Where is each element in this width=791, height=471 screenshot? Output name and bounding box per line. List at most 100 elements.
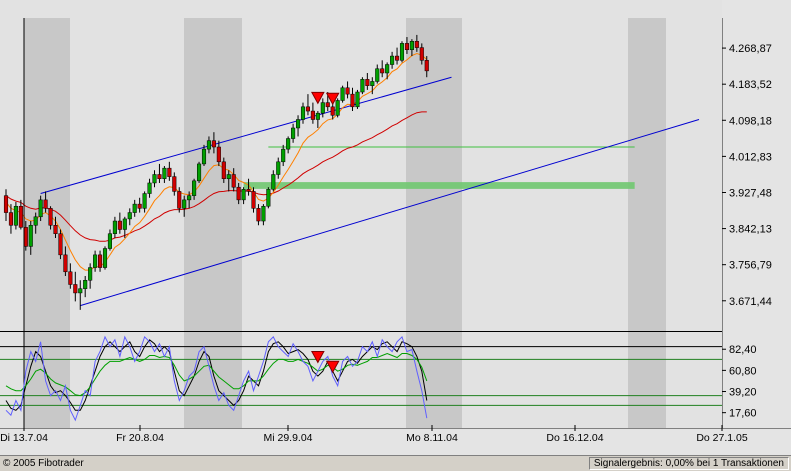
candle-body	[201, 148, 207, 165]
candle-body	[88, 267, 93, 281]
chart-window: 4.268,87 4.183,52 4.098,18 4.012,83 3.927,48…	[0, 0, 791, 471]
osc-y-tick-label: 60,80	[729, 365, 757, 377]
candle-body	[236, 186, 241, 201]
candle-body	[83, 279, 88, 289]
candle-body	[330, 106, 335, 116]
candle-body	[395, 55, 400, 61]
candle-body	[127, 212, 132, 220]
candle-body	[122, 218, 127, 230]
candle-body	[3, 195, 9, 213]
status-bar: © 2005 Fibotrader Signalergebnis: 0,00% …	[0, 455, 791, 471]
candle-body	[112, 220, 117, 234]
candle-body	[63, 254, 68, 273]
candle-body	[424, 60, 429, 72]
time-band-1	[184, 18, 242, 428]
candle-body	[192, 180, 197, 196]
candle-body	[73, 284, 78, 294]
x-tick-label: Fr 20.8.04	[116, 432, 164, 444]
candle-body	[187, 195, 192, 201]
osc-y-tick-label: 39,20	[729, 387, 757, 399]
candle-body	[177, 191, 182, 209]
candle-body	[23, 227, 28, 247]
chart-canvas[interactable]: 4.268,87 4.183,52 4.098,18 4.012,83 3.927,48…	[0, 0, 791, 455]
x-tick-label: Do 27.1.05	[696, 432, 748, 444]
candle-body	[414, 41, 419, 48]
candle-body	[182, 199, 187, 209]
x-tick-label: Mi 29.9.04	[263, 432, 312, 444]
x-tick-label: Mo 8.11.04	[406, 432, 458, 444]
candle-body	[325, 102, 330, 108]
candle-body	[241, 189, 246, 201]
candle-body	[350, 93, 355, 108]
osc-y-tick-label: 17,60	[729, 408, 757, 420]
candle-body	[251, 191, 256, 209]
candle-body	[132, 203, 137, 213]
candle-body	[266, 189, 271, 207]
candle-body	[335, 100, 340, 116]
candle-body	[261, 205, 266, 222]
candle-body	[107, 233, 113, 249]
green-zone	[243, 182, 635, 189]
candle-body	[231, 174, 236, 188]
candle-body	[53, 225, 58, 234]
candle-body	[58, 233, 63, 256]
x-tick-label: Do 16.12.04	[546, 432, 603, 444]
copyright-label: © 2005 Fibotrader	[3, 458, 84, 469]
candle-body	[13, 205, 18, 226]
candle-body	[246, 189, 251, 192]
candle-body	[68, 271, 73, 285]
candle-body	[296, 119, 301, 129]
candle-body	[305, 106, 310, 112]
candle-body	[320, 102, 325, 114]
price-y-tick-label: 4.098,18	[729, 115, 772, 127]
osc-y-tick-label: 82,40	[729, 344, 757, 356]
candle-body	[281, 148, 286, 163]
candle-body	[78, 288, 83, 294]
price-y-tick-label: 4.183,52	[729, 79, 772, 91]
candle-body	[147, 182, 152, 194]
candle-body	[419, 47, 424, 61]
candle-body	[375, 68, 380, 82]
candle-body	[221, 161, 226, 179]
price-y-tick-label: 4.268,87	[729, 43, 772, 55]
candle-body	[48, 208, 53, 226]
candle-body	[197, 163, 202, 182]
candle-body	[18, 205, 23, 228]
candle-body	[300, 106, 306, 120]
price-y-tick-label: 3.927,48	[729, 187, 772, 199]
candle-body	[340, 87, 345, 101]
candle-body	[162, 167, 167, 179]
candle-body	[271, 174, 276, 190]
candle-body	[286, 138, 291, 150]
candle-body	[390, 55, 395, 65]
candle-body	[226, 174, 231, 179]
candle-body	[291, 127, 296, 139]
candle-body	[370, 81, 375, 86]
candle-body	[102, 248, 108, 268]
candle-body	[404, 43, 409, 50]
candle-body	[167, 167, 172, 177]
candle-body	[98, 254, 103, 268]
candle-body	[315, 112, 320, 120]
candle-body	[409, 41, 414, 50]
price-y-tick-label: 3.756,79	[729, 260, 772, 272]
candle-body	[142, 193, 147, 209]
candle-body	[256, 208, 261, 222]
price-y-tick-label: 3.671,44	[729, 296, 772, 308]
candle-body	[355, 91, 360, 108]
candle-body	[93, 254, 98, 268]
candle-body	[365, 79, 370, 86]
candle-body	[152, 174, 157, 184]
candle-body	[117, 220, 122, 230]
candle-body	[43, 199, 48, 209]
candle-body	[399, 43, 405, 61]
candle-body	[276, 161, 281, 175]
candle-body	[360, 79, 365, 93]
x-tick-label: Di 13.7.04	[0, 432, 48, 444]
candle-body	[38, 199, 43, 218]
candle-body	[310, 110, 315, 120]
price-y-tick-label: 4.012,83	[729, 151, 772, 163]
signal-result-label: Signalergebnis: 0,00% bei 1 Transaktione…	[588, 457, 789, 470]
candle-body	[380, 68, 385, 74]
candle-body	[385, 64, 390, 74]
